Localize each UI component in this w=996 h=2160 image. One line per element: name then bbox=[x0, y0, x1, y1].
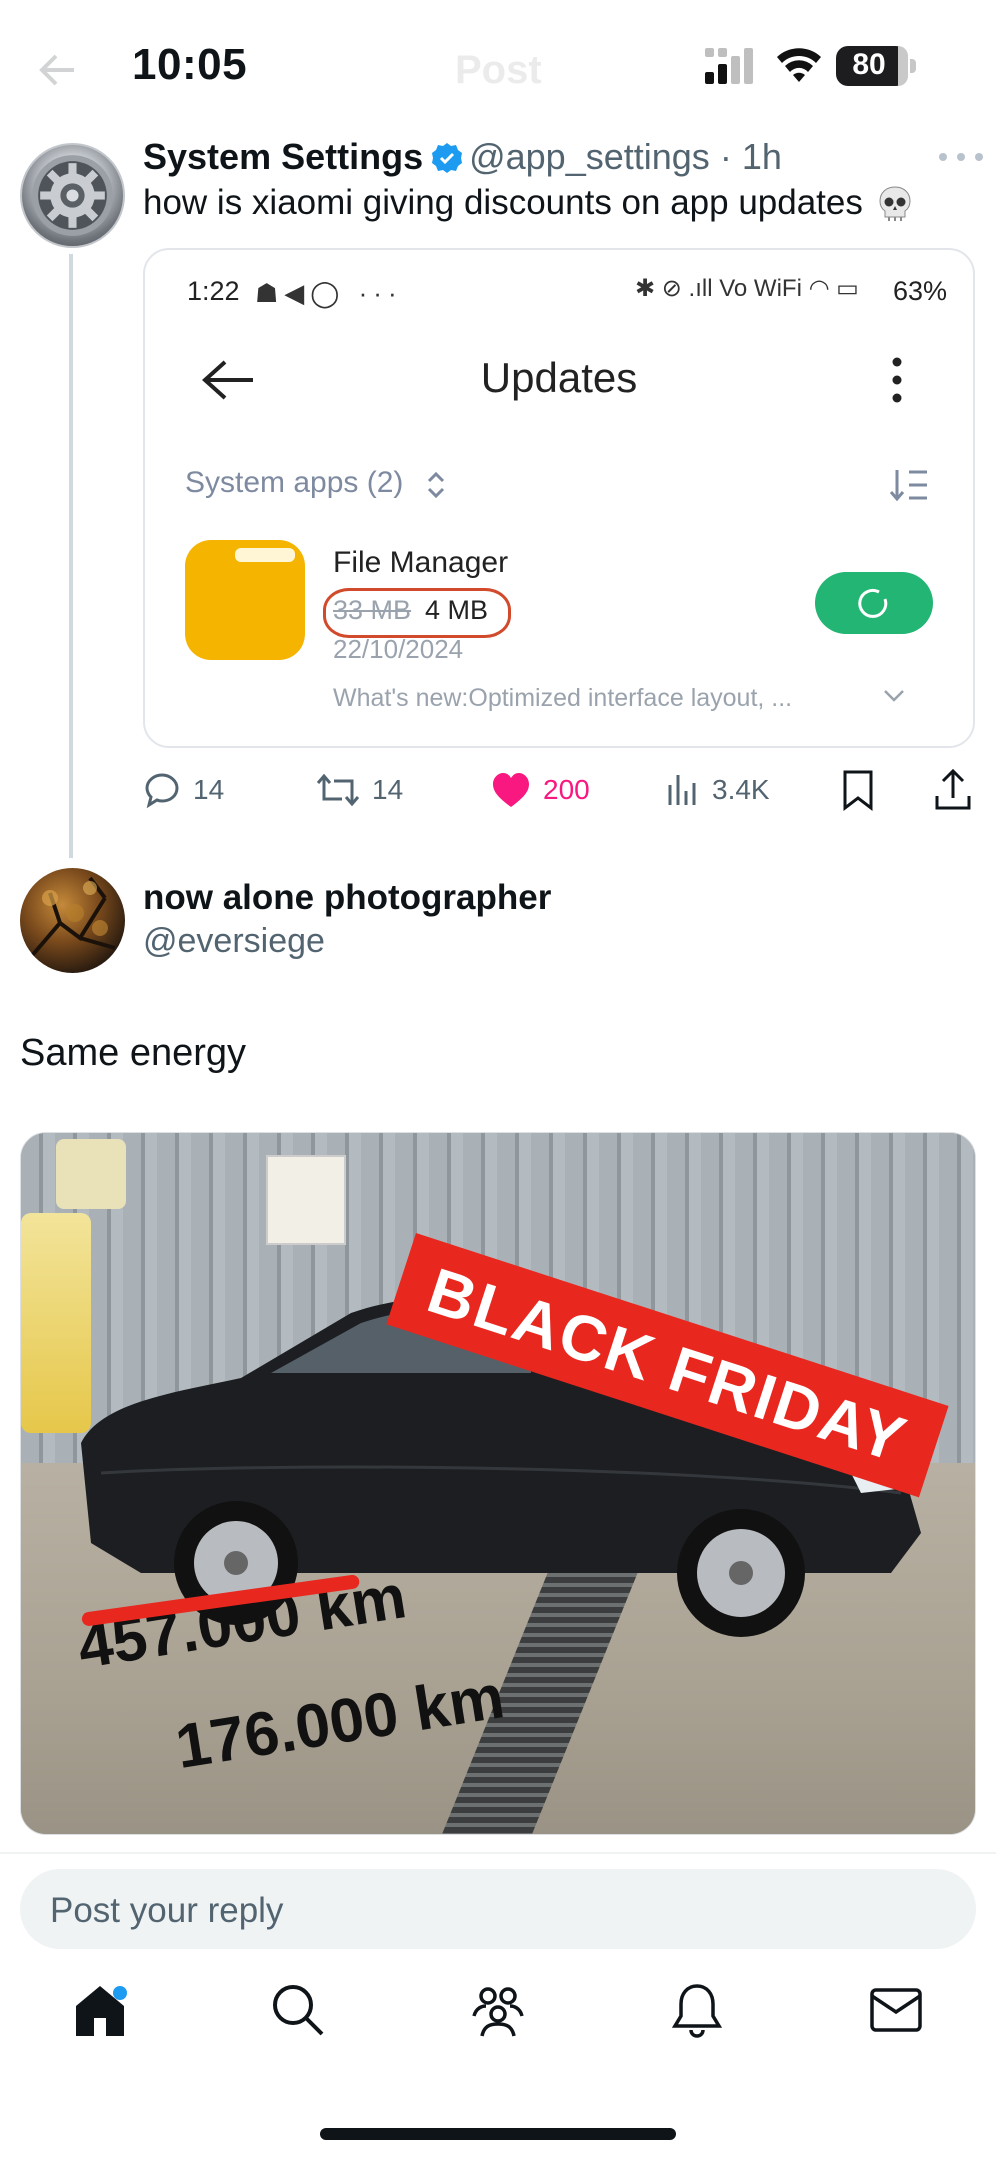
chevron-down-icon bbox=[884, 690, 904, 702]
back-arrow-icon[interactable] bbox=[38, 50, 78, 90]
author-handle[interactable]: @app_settings bbox=[469, 136, 710, 177]
battery-indicator: 80 bbox=[836, 46, 916, 86]
embedded-title: Updates bbox=[480, 354, 638, 401]
bottom-tab-bar bbox=[0, 1980, 996, 2070]
tweet-actions: 14 14 200 3.4K bbox=[143, 766, 983, 814]
app-name: File Manager bbox=[333, 546, 509, 579]
repost-button[interactable]: 14 bbox=[316, 766, 403, 814]
tweet-text-body: how is xiaomi giving discounts on app up… bbox=[143, 183, 863, 222]
sort-list-icon bbox=[889, 470, 927, 502]
tweet-text: how is xiaomi giving discounts on app up… bbox=[143, 183, 915, 224]
avatar[interactable] bbox=[20, 868, 125, 973]
separator: · bbox=[719, 136, 732, 177]
tree-branches-photo bbox=[28, 876, 116, 960]
author-name[interactable]: System Settings bbox=[143, 136, 423, 177]
notifications-icon[interactable] bbox=[667, 1980, 727, 2040]
new-size: 4 MB bbox=[425, 595, 489, 625]
gear-icon bbox=[32, 155, 113, 236]
tweet-text: Same energy bbox=[20, 1032, 247, 1074]
share-icon[interactable] bbox=[933, 766, 973, 814]
tweet-header: System Settings @app_settings · 1h bbox=[143, 136, 782, 178]
like-button[interactable]: 200 bbox=[491, 766, 590, 814]
embedded-notification-icons: ☗◀◯ ··· bbox=[255, 278, 403, 308]
views-chart-icon bbox=[668, 775, 696, 805]
more-options-icon[interactable] bbox=[935, 146, 987, 168]
home-indicator[interactable] bbox=[320, 2128, 676, 2140]
update-date: 22/10/2024 bbox=[333, 634, 464, 664]
divider bbox=[0, 1852, 996, 1854]
reply-button[interactable]: 14 bbox=[143, 766, 224, 814]
embedded-status-icons: ✱ ⊘ .ıll Vo WiFi ◠ ▭ bbox=[635, 275, 859, 302]
old-size: 33 MB bbox=[333, 595, 412, 625]
repost-icon bbox=[316, 773, 360, 807]
status-bar: Post 10:05 80 bbox=[0, 0, 996, 120]
author-handle[interactable]: @eversiege bbox=[143, 922, 325, 961]
search-icon[interactable] bbox=[268, 1980, 328, 2040]
section-label: System apps (2) bbox=[185, 466, 404, 499]
notice-poster bbox=[266, 1155, 346, 1245]
view-count: 3.4K bbox=[712, 774, 770, 805]
spinner-icon bbox=[858, 588, 888, 618]
battery-level: 80 bbox=[852, 48, 886, 81]
like-count: 200 bbox=[543, 774, 590, 805]
kebab-menu-icon bbox=[892, 357, 902, 403]
whats-new-text: What's new:Optimized interface layout, .… bbox=[333, 684, 793, 712]
reply-icon bbox=[145, 773, 179, 809]
views-button[interactable]: 3.4K bbox=[666, 766, 770, 814]
embedded-clock: 1:22 bbox=[187, 276, 240, 306]
sort-toggle-icon bbox=[427, 471, 445, 499]
heart-icon bbox=[493, 773, 529, 807]
author-name[interactable]: now alone photographer bbox=[143, 878, 551, 918]
cellular-signal-icon bbox=[705, 48, 753, 84]
repost-count: 14 bbox=[372, 774, 404, 805]
skull-emoji-icon bbox=[879, 186, 911, 221]
bookmark-icon[interactable] bbox=[840, 766, 876, 814]
lemon-sign bbox=[56, 1139, 126, 1209]
reply-placeholder: Post your reply bbox=[50, 1891, 284, 1930]
tweet-image[interactable]: BLACK FRIDAY 457.000 km 176.000 km bbox=[20, 1132, 976, 1835]
embedded-screenshot[interactable]: 1:22 ☗◀◯ ··· ✱ ⊘ .ıll Vo WiFi ◠ ▭ 63% Up… bbox=[143, 248, 975, 748]
wifi-icon bbox=[777, 48, 821, 82]
thread-line bbox=[69, 254, 73, 858]
messages-icon[interactable] bbox=[866, 1980, 926, 2040]
clock: 10:05 bbox=[132, 40, 248, 89]
reply-count: 14 bbox=[193, 774, 225, 805]
dot-separator: · bbox=[710, 136, 742, 177]
verified-badge-icon bbox=[432, 143, 463, 173]
communities-icon[interactable] bbox=[468, 1980, 528, 2040]
folder-app-icon bbox=[185, 540, 305, 660]
update-progress-button bbox=[815, 572, 933, 634]
page-title: Post bbox=[455, 48, 542, 92]
embedded-battery-percent: 63% bbox=[893, 276, 948, 306]
notification-dot bbox=[113, 1986, 127, 2000]
avatar[interactable] bbox=[20, 143, 125, 248]
post-age: 1h bbox=[741, 136, 782, 177]
